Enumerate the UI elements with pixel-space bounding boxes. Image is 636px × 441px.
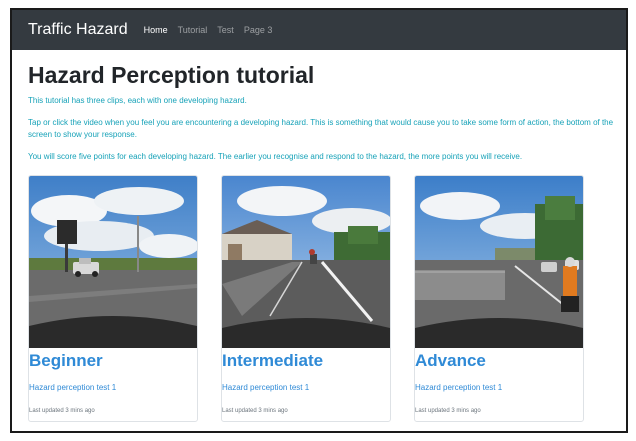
instructions-paragraph: Tap or click the video when you feel you…: [28, 118, 614, 139]
nav-link-tutorial[interactable]: Tutorial: [178, 25, 208, 35]
card-updated-text: Last updated 3 mins ago: [222, 408, 288, 414]
intro-paragraph: This tutorial has three clips, each with…: [28, 96, 247, 105]
video-thumbnail-advance[interactable]: [415, 176, 583, 348]
card-intermediate[interactable]: Intermediate Hazard perception test 1 La…: [221, 175, 391, 422]
card-title[interactable]: Intermediate: [222, 351, 390, 371]
video-thumbnail-intermediate[interactable]: [222, 176, 390, 348]
card-beginner[interactable]: Beginner Hazard perception test 1 Last u…: [28, 175, 198, 422]
scoring-paragraph: You will score five points for each deve…: [28, 152, 523, 161]
brand-logo[interactable]: Traffic Hazard: [28, 21, 128, 39]
main-content: Hazard Perception tutorial This tutorial…: [12, 62, 626, 422]
card-updated-text: Last updated 3 mins ago: [415, 408, 481, 414]
card-title[interactable]: Beginner: [29, 351, 197, 371]
nav-link-page-3[interactable]: Page 3: [244, 25, 273, 35]
card-body: Intermediate Hazard perception test 1 La…: [222, 351, 390, 414]
nav-link-test[interactable]: Test: [217, 25, 234, 35]
card-updated-text: Last updated 3 mins ago: [29, 408, 95, 414]
card-text: Hazard perception test 1: [29, 383, 117, 392]
card-title[interactable]: Advance: [415, 351, 583, 371]
video-thumbnail-beginner[interactable]: [29, 176, 197, 348]
card-text: Hazard perception test 1: [222, 383, 310, 392]
card-advance[interactable]: Advance Hazard perception test 1 Last up…: [414, 175, 584, 422]
nav-link-home[interactable]: Home: [144, 25, 168, 35]
card-list: Beginner Hazard perception test 1 Last u…: [28, 175, 626, 422]
card-text: Hazard perception test 1: [415, 383, 503, 392]
navbar: Traffic Hazard Home Tutorial Test Page 3: [12, 10, 626, 50]
app-frame: Traffic Hazard Home Tutorial Test Page 3…: [10, 8, 628, 433]
card-body: Advance Hazard perception test 1 Last up…: [415, 351, 583, 414]
page-title: Hazard Perception tutorial: [28, 62, 315, 88]
card-body: Beginner Hazard perception test 1 Last u…: [29, 351, 197, 414]
